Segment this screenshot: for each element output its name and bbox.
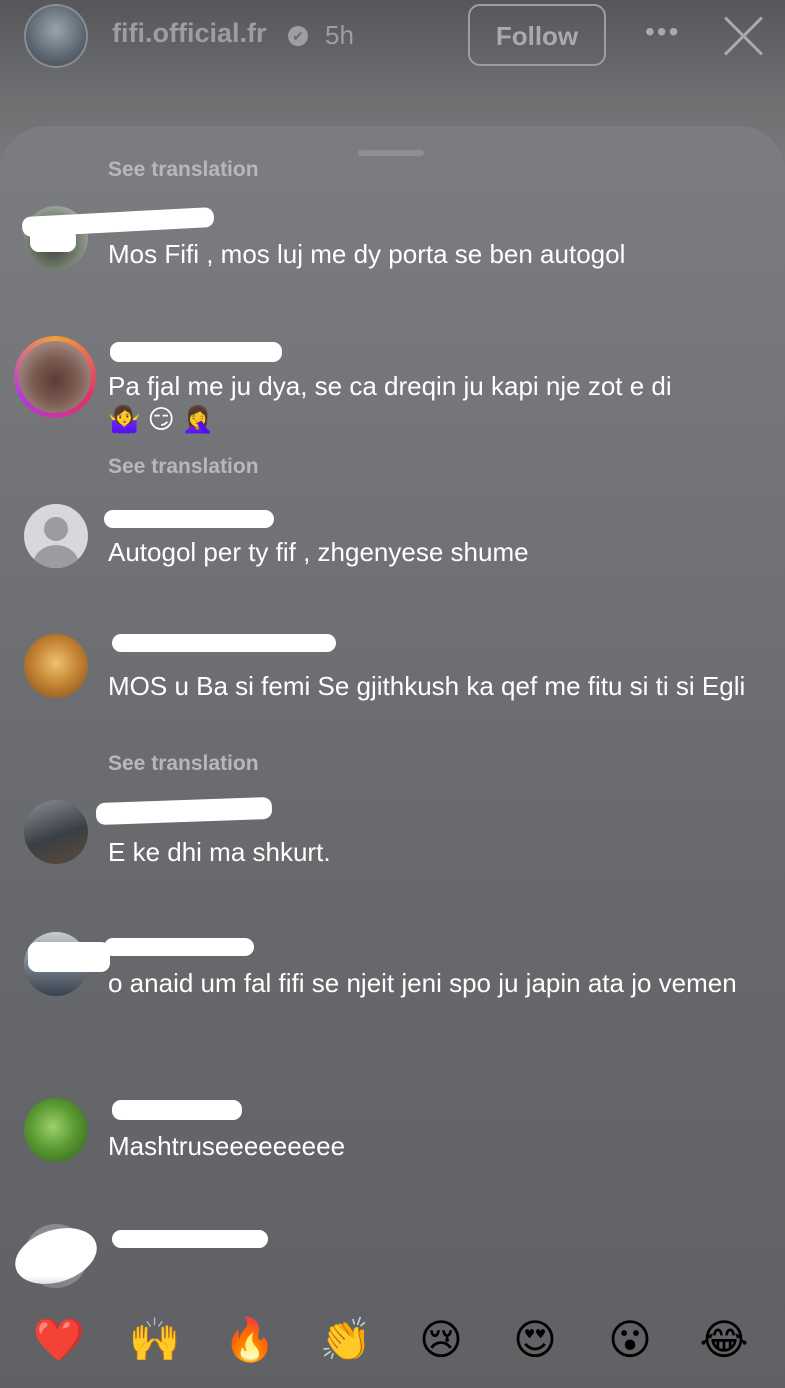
profile-avatar[interactable] [24, 4, 88, 68]
comment-text: o anaid um fal fifi se njeit jeni spo ju… [108, 968, 737, 998]
see-translation-link[interactable]: See translation [108, 158, 259, 182]
clapping-hands-reaction[interactable]: 👏 [316, 1310, 376, 1370]
quick-reactions-bar: ❤️ 🙌 🔥 👏 😢 😍 😮 😂 [0, 1300, 785, 1380]
post-time: 5h [325, 20, 354, 50]
commenter-avatar[interactable] [24, 1098, 88, 1162]
default-avatar-icon[interactable] [24, 504, 88, 568]
heart-reaction[interactable]: ❤️ [29, 1310, 89, 1370]
redaction-mark [112, 634, 336, 652]
fire-reaction[interactable]: 🔥 [220, 1310, 280, 1370]
close-icon[interactable] [722, 14, 766, 58]
redaction-mark [104, 938, 254, 956]
commenter-avatar[interactable] [24, 800, 88, 864]
redaction-mark [112, 1100, 242, 1120]
follow-button[interactable]: Follow [468, 4, 606, 66]
surprised-face-reaction[interactable]: 😮 [600, 1310, 660, 1370]
redaction-mark [95, 796, 273, 826]
comment-text: Mos Fifi , mos luj me dy porta se ben au… [108, 239, 626, 269]
redaction-mark [30, 228, 76, 252]
post-header: fifi.official.fr ✔ 5h Follow ••• [0, 0, 785, 74]
laughing-tears-reaction[interactable]: 😂 [694, 1310, 754, 1370]
comment-text: Pa fjal me ju dya, se ca dreqin ju kapi … [108, 371, 672, 434]
redaction-mark [110, 342, 282, 362]
redaction-mark [28, 942, 110, 972]
commenter-avatar [19, 341, 91, 413]
raised-hands-reaction[interactable]: 🙌 [125, 1310, 185, 1370]
see-translation-link[interactable]: See translation [108, 455, 259, 479]
redaction-mark [112, 1230, 268, 1248]
redaction-mark [104, 510, 274, 528]
commenter-avatar-story-ring[interactable] [14, 336, 96, 418]
comment-text: Autogol per ty fif , zhgenyese shume [108, 537, 529, 567]
verified-badge-icon: ✔ [288, 26, 308, 46]
comment-text: MOS u Ba si femi Se gjithkush ka qef me … [108, 671, 746, 701]
crying-face-reaction[interactable]: 😢 [411, 1310, 471, 1370]
heart-eyes-reaction[interactable]: 😍 [505, 1310, 565, 1370]
commenter-avatar[interactable] [24, 634, 88, 698]
comment-text: E ke dhi ma shkurt. [108, 837, 331, 867]
see-translation-link[interactable]: See translation [108, 752, 259, 776]
comment-text: Mashtruseeeeeeeee [108, 1131, 346, 1161]
sheet-drag-handle[interactable] [358, 150, 424, 156]
comments-sheet: See translation Mos Fifi , mos luj me dy… [0, 126, 785, 1388]
header-username[interactable]: fifi.official.fr [112, 18, 267, 49]
more-options-icon[interactable]: ••• [645, 16, 680, 48]
